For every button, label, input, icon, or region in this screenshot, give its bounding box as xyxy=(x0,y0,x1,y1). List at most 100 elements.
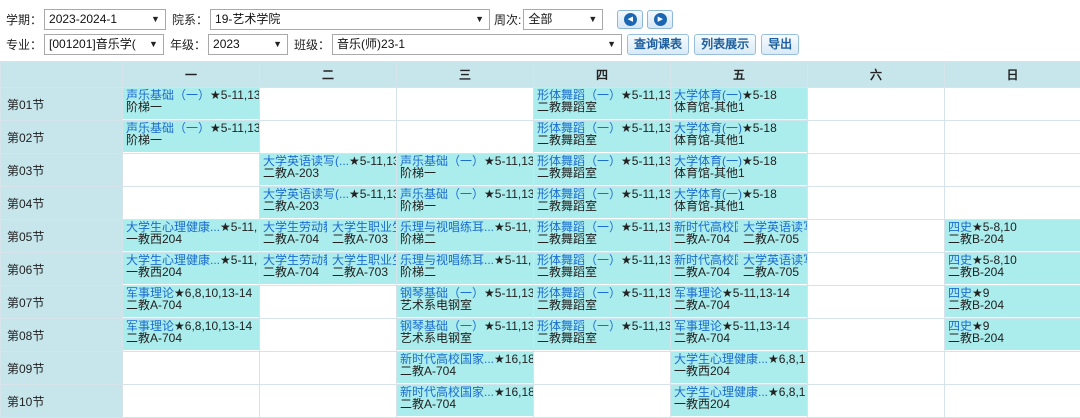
course-name-link[interactable]: 军事理论 xyxy=(674,287,722,299)
course-entry[interactable]: 形体舞蹈（一）★5-11,13 二教舞蹈室 xyxy=(535,188,670,219)
course-entry[interactable]: 军事理论★5-11,13-14 二教A-704 xyxy=(672,320,807,351)
course-name-link[interactable]: 新时代高校国 xyxy=(674,254,738,266)
course-entry[interactable]: 形体舞蹈（一）★5-11,13 二教舞蹈室 xyxy=(535,287,670,318)
course-entry[interactable]: 声乐基础（一）★5-11,13 阶梯一 xyxy=(124,89,259,120)
course-entry[interactable]: 形体舞蹈（一）★5-11,13 二教舞蹈室 xyxy=(535,89,670,120)
course-entry[interactable]: 乐理与视唱练耳...★5-11, 阶梯二 xyxy=(398,221,533,252)
course-name-link[interactable]: 军事理论 xyxy=(126,287,174,299)
course-name-link[interactable]: 大学生心理健康... xyxy=(126,221,220,233)
course-entry[interactable]: 新时代高校国二教A-704 xyxy=(672,254,738,285)
course-entry[interactable]: 大学体育(一)★5-18 体育馆-其他1 xyxy=(672,122,807,153)
course-name-link[interactable]: 大学英语读写 xyxy=(743,254,807,266)
export-button[interactable]: 导出 xyxy=(761,33,800,55)
grade-select[interactable]: 2023 ▼ xyxy=(208,33,289,55)
course-name-link[interactable]: 四史 xyxy=(948,287,972,299)
course-name-link[interactable]: 形体舞蹈（一） xyxy=(537,320,621,332)
list-view-button[interactable]: 列表展示 xyxy=(694,33,757,55)
course-name-link[interactable]: 乐理与视唱练耳... xyxy=(400,254,494,266)
prev-week-button[interactable]: ◀ xyxy=(617,9,644,29)
course-entry[interactable]: 四史★5-8,10 二教B-204 xyxy=(946,254,1080,285)
course-entry[interactable]: 形体舞蹈（一）★5-11,13 二教舞蹈室 xyxy=(535,221,670,252)
course-name-link[interactable]: 形体舞蹈（一） xyxy=(537,89,621,101)
course-entry[interactable]: 大学生心理健康...★5-11, 一教西204 xyxy=(124,221,259,252)
course-name-link[interactable]: 形体舞蹈（一） xyxy=(537,188,621,200)
next-week-button[interactable]: ▶ xyxy=(647,9,674,29)
course-entry[interactable]: 形体舞蹈（一）★5-11,13 二教舞蹈室 xyxy=(535,320,670,351)
course-name-link[interactable]: 大学体育(一) xyxy=(674,122,742,134)
course-entry[interactable]: 形体舞蹈（一）★5-11,13 二教舞蹈室 xyxy=(535,254,670,285)
course-entry[interactable]: 声乐基础（一）★5-11,13 阶梯一 xyxy=(398,155,533,186)
course-entry[interactable]: 四史★9 二教B-204 xyxy=(946,287,1080,318)
course-name-link[interactable]: 声乐基础（一） xyxy=(126,89,210,101)
course-name-link[interactable]: 声乐基础（一） xyxy=(400,188,484,200)
course-entry[interactable]: 新时代高校国家...★16,18 二教A-704 xyxy=(398,353,533,384)
course-entry[interactable]: 大学英语读写二教A-705 xyxy=(740,221,807,252)
course-name-link[interactable]: 大学英语读写(... xyxy=(263,155,349,167)
course-name-link[interactable]: 形体舞蹈（一） xyxy=(537,122,621,134)
week-select[interactable]: 全部 ▼ xyxy=(523,8,604,30)
course-name-link[interactable]: 形体舞蹈（一） xyxy=(537,254,621,266)
course-name-link[interactable]: 大学英语读写 xyxy=(743,221,807,233)
course-entry[interactable]: 大学生心理健康...★5-11, 一教西204 xyxy=(124,254,259,285)
class-select[interactable]: 音乐(师)23-1 ▼ xyxy=(332,33,623,55)
course-name-link[interactable]: 大学生职业生 xyxy=(332,221,396,233)
course-name-link[interactable]: 大学生职业生 xyxy=(332,254,396,266)
course-entry[interactable]: 大学生劳动教二教A-704 xyxy=(261,221,327,252)
course-line: 四史★5-8,10 xyxy=(948,254,1080,266)
course-name-link[interactable]: 声乐基础（一） xyxy=(126,122,210,134)
course-entry[interactable]: 新时代高校国二教A-704 xyxy=(672,221,738,252)
course-name-link[interactable]: 新时代高校国家... xyxy=(400,386,494,398)
course-entry[interactable]: 形体舞蹈（一）★5-11,13 二教舞蹈室 xyxy=(535,122,670,153)
course-entry[interactable]: 大学生心理健康...★6,8,1 一教西204 xyxy=(672,353,807,384)
course-entry[interactable]: 形体舞蹈（一）★5-11,13 二教舞蹈室 xyxy=(535,155,670,186)
course-entry[interactable]: 大学英语读写(...★5-11,13 二教A-203 xyxy=(261,188,396,219)
course-name-link[interactable]: 形体舞蹈（一） xyxy=(537,221,621,233)
course-entry[interactable]: 声乐基础（一）★5-11,13 阶梯一 xyxy=(398,188,533,219)
course-entry[interactable]: 大学生心理健康...★6,8,1 一教西204 xyxy=(672,386,807,417)
course-name-link[interactable]: 四史 xyxy=(948,221,972,233)
course-name-link[interactable]: 大学生心理健康... xyxy=(126,254,220,266)
course-entry[interactable]: 大学生职业生二教A-703 xyxy=(329,254,396,285)
course-entry[interactable]: 新时代高校国家...★16,18 二教A-704 xyxy=(398,386,533,417)
course-name-link[interactable]: 大学生劳动教 xyxy=(263,221,327,233)
course-entry[interactable]: 声乐基础（一）★5-11,13 阶梯一 xyxy=(124,122,259,153)
course-name-link[interactable]: 新时代高校国家... xyxy=(400,353,494,365)
course-entry[interactable]: 乐理与视唱练耳...★5-11, 阶梯二 xyxy=(398,254,533,285)
course-entry[interactable]: 军事理论★6,8,10,13-14 二教A-704 xyxy=(124,287,259,318)
course-name-link[interactable]: 大学生劳动教 xyxy=(263,254,327,266)
course-entry[interactable]: 军事理论★6,8,10,13-14 二教A-704 xyxy=(124,320,259,351)
course-entry[interactable]: 大学体育(一)★5-18 体育馆-其他1 xyxy=(672,188,807,219)
course-name-link[interactable]: 钢琴基础（一） xyxy=(400,320,484,332)
course-entry[interactable]: 四史★5-8,10 二教B-204 xyxy=(946,221,1080,252)
course-name-link[interactable]: 声乐基础（一） xyxy=(400,155,484,167)
major-select[interactable]: [001201]音乐学( ▼ xyxy=(44,33,165,55)
course-name-link[interactable]: 大学英语读写(... xyxy=(263,188,349,200)
course-name-link[interactable]: 乐理与视唱练耳... xyxy=(400,221,494,233)
course-name-link[interactable]: 大学生心理健康... xyxy=(674,386,768,398)
course-entry[interactable]: 大学生职业生二教A-703 xyxy=(329,221,396,252)
course-name-link[interactable]: 形体舞蹈（一） xyxy=(537,287,621,299)
course-name-link[interactable]: 大学体育(一) xyxy=(674,155,742,167)
course-name-link[interactable]: 四史 xyxy=(948,254,972,266)
course-name-link[interactable]: 钢琴基础（一） xyxy=(400,287,484,299)
course-entry[interactable]: 大学英语读写二教A-705 xyxy=(740,254,807,285)
course-name-link[interactable]: 大学体育(一) xyxy=(674,188,742,200)
term-select[interactable]: 2023-2024-1 ▼ xyxy=(44,8,167,30)
course-entry[interactable]: 大学生劳动教二教A-704 xyxy=(261,254,327,285)
course-entry[interactable]: 钢琴基础（一）★5-11,13 艺术系电钢室 xyxy=(398,320,533,351)
course-entry[interactable]: 军事理论★5-11,13-14 二教A-704 xyxy=(672,287,807,318)
course-name-link[interactable]: 新时代高校国 xyxy=(674,221,738,233)
course-name-link[interactable]: 大学生心理健康... xyxy=(674,353,768,365)
course-name-link[interactable]: 军事理论 xyxy=(126,320,174,332)
course-name-link[interactable]: 四史 xyxy=(948,320,972,332)
dept-select[interactable]: 19-艺术学院 ▼ xyxy=(210,8,491,30)
course-entry[interactable]: 大学体育(一)★5-18 体育馆-其他1 xyxy=(672,155,807,186)
course-entry[interactable]: 钢琴基础（一）★5-11,13 艺术系电钢室 xyxy=(398,287,533,318)
course-name-link[interactable]: 形体舞蹈（一） xyxy=(537,155,621,167)
course-name-link[interactable]: 军事理论 xyxy=(674,320,722,332)
course-entry[interactable]: 四史★9 二教B-204 xyxy=(946,320,1080,351)
course-entry[interactable]: 大学英语读写(...★5-11,13 二教A-203 xyxy=(261,155,396,186)
query-timetable-button[interactable]: 查询课表 xyxy=(627,33,690,55)
course-entry[interactable]: 大学体育(一)★5-18 体育馆-其他1 xyxy=(672,89,807,120)
course-name-link[interactable]: 大学体育(一) xyxy=(674,89,742,101)
